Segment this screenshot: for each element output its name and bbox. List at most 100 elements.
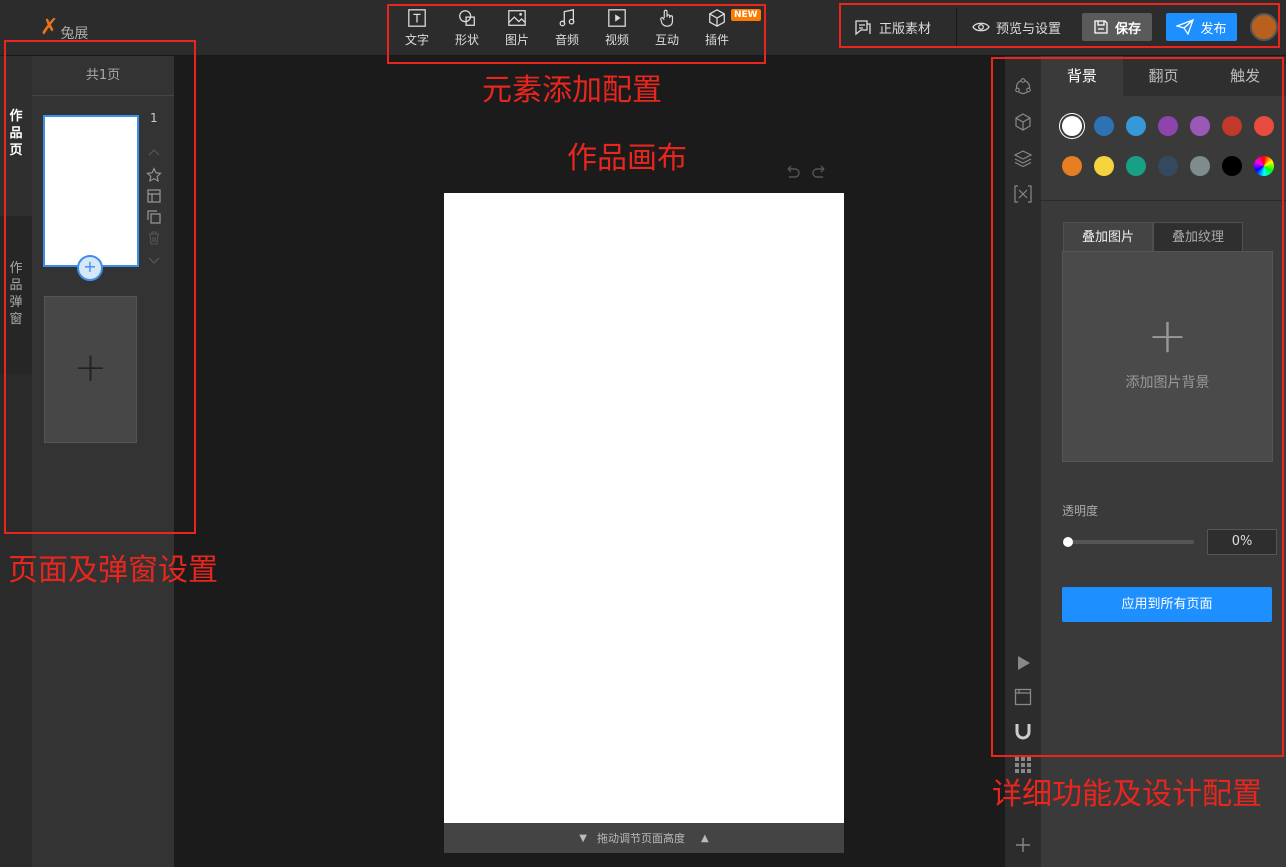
color-swatch[interactable] [1094,156,1114,176]
variable-icon[interactable] [1013,184,1033,204]
save-button[interactable]: 保存 [1082,13,1152,41]
tab-work-pages[interactable]: 作品页 [0,56,32,216]
color-swatch[interactable] [1254,116,1274,136]
toolbar-interact[interactable]: 互动 [647,8,687,48]
toolbar-shape[interactable]: 形状 [447,8,487,48]
color-swatch[interactable] [1126,116,1146,136]
preview-settings-label: 预览与设置 [996,21,1062,37]
cube-icon[interactable] [1013,112,1033,132]
music-icon [559,9,575,27]
tab-label: 作品弹窗 [9,261,23,327]
page-count: 共1页 [32,56,174,96]
properties-tabs: 背景 翻页 触发 [1041,56,1286,96]
layers-icon[interactable] [1013,148,1033,168]
assets-icon [855,20,871,36]
plugin-icon [709,9,725,27]
tab-trigger[interactable]: 触发 [1204,56,1286,96]
save-icon [1094,20,1108,34]
animation-icon[interactable] [1013,76,1033,96]
custom-color-swatch[interactable] [1254,156,1274,176]
color-swatch[interactable] [1094,116,1114,136]
star-icon[interactable] [146,167,162,183]
undo-icon[interactable] [784,164,800,178]
annotation-details: 详细功能及设计配置 [992,777,1262,812]
toolbar-label: 插件 [704,33,729,47]
color-swatch[interactable] [1062,156,1082,176]
tab-background[interactable]: 背景 [1041,56,1123,96]
redo-icon[interactable] [812,164,828,178]
licensed-assets-label: 正版素材 [879,21,932,37]
color-swatch[interactable] [1158,156,1178,176]
page-number: 1 [150,111,158,125]
add-page-button[interactable]: + [44,296,137,443]
publish-label: 发布 [1200,21,1227,37]
work-canvas[interactable] [444,193,844,823]
toolbar-label: 视频 [604,33,629,47]
frame-icon[interactable] [1013,687,1033,707]
copy-icon[interactable] [146,209,162,225]
toolbar-label: 互动 [654,33,679,47]
toolbar-image[interactable]: 图片 [497,8,537,48]
rabbit-logo-icon: ✗ [40,15,59,40]
play-icon[interactable] [1013,653,1033,673]
opacity-slider-handle[interactable] [1063,537,1073,547]
add-background-label: 添加图片背景 [1125,375,1210,391]
avatar[interactable] [1250,13,1278,41]
annotation-canvas: 作品画布 [567,141,687,176]
opacity-label: 透明度 [1062,504,1099,518]
toolbar-label: 文字 [404,33,429,47]
annotation-toolbar: 元素添加配置 [482,73,662,108]
text-icon [408,9,426,27]
toolbar-video[interactable]: 视频 [597,8,637,48]
eye-icon [972,22,990,32]
tab-page-flip[interactable]: 翻页 [1123,56,1205,96]
new-badge: NEW [731,9,761,21]
magnet-icon[interactable] [1013,721,1033,741]
logo-text: 兔展 [60,26,89,42]
opacity-slider[interactable] [1068,540,1194,544]
grid-icon[interactable] [1013,755,1033,775]
color-swatch[interactable] [1190,156,1210,176]
page-thumbnail[interactable] [43,115,139,267]
color-swatch[interactable] [1158,116,1178,136]
image-icon [508,10,526,26]
color-swatch[interactable] [1126,156,1146,176]
toolbar-label: 形状 [454,33,479,47]
color-swatch[interactable] [1222,156,1242,176]
licensed-assets-button[interactable]: 正版素材 [853,13,931,41]
move-up-icon[interactable] [146,145,162,161]
annotation-pages: 页面及弹窗设置 [8,553,218,588]
undo-redo-group [784,164,832,180]
tab-work-popups[interactable]: 作品弹窗 [0,216,32,374]
color-swatch[interactable] [1062,116,1082,136]
tab-overlay-image[interactable]: 叠加图片 [1063,222,1153,252]
divider [956,8,957,48]
save-label: 保存 [1114,21,1141,37]
overlay-tabs: 叠加图片 叠加纹理 [1063,222,1243,252]
app-logo[interactable]: ✗ 兔展 [40,12,120,44]
trash-icon[interactable] [146,230,162,246]
right-tool-rail [1004,56,1041,867]
move-down-icon[interactable] [146,252,162,268]
tab-overlay-texture[interactable]: 叠加纹理 [1153,222,1243,252]
video-icon [608,9,626,27]
color-swatch[interactable] [1190,116,1210,136]
arrow-down-icon: ▼ [579,832,587,844]
page-height-resize-bar[interactable]: ▼ 拖动调节页面高度 ▲ [444,823,844,853]
tab-label: 作品页 [9,109,23,158]
insert-page-button[interactable]: + [77,255,103,281]
toolbar-text[interactable]: 文字 [397,8,437,48]
apply-all-pages-button[interactable]: 应用到所有页面 [1062,587,1272,622]
resize-hint: 拖动调节页面高度 [597,832,685,845]
shape-icon [459,10,475,26]
preview-settings-button[interactable]: 预览与设置 [972,13,1061,41]
toolbar-label: 图片 [504,33,529,47]
color-swatch[interactable] [1222,116,1242,136]
toolbar-audio[interactable]: 音频 [547,8,587,48]
plus-icon[interactable] [1013,835,1033,855]
template-icon[interactable] [146,188,162,204]
opacity-value-input[interactable]: 0% [1207,529,1277,555]
add-background-image-button[interactable]: + 添加图片背景 [1062,251,1273,462]
publish-button[interactable]: 发布 [1166,13,1237,41]
plus-icon: + [1147,308,1188,364]
